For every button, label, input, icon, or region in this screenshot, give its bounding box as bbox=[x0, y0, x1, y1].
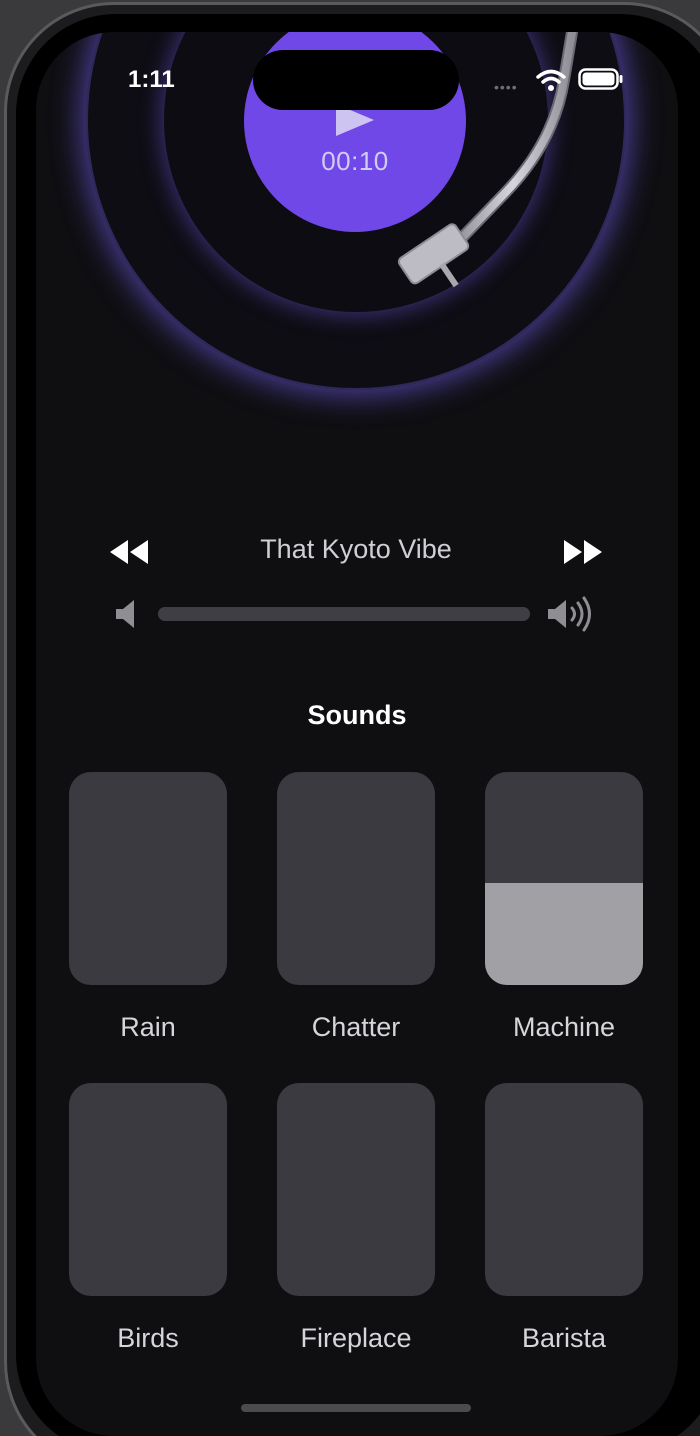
home-indicator[interactable] bbox=[241, 1404, 471, 1412]
sound-tile-birds[interactable] bbox=[69, 1083, 227, 1296]
device-stage: 00:10 1:11 •••• That Kyoto Vibe Sounds R… bbox=[0, 0, 700, 1436]
wifi-icon bbox=[536, 69, 566, 91]
sound-level-fill bbox=[485, 882, 643, 985]
sound-tile-machine[interactable] bbox=[485, 772, 643, 985]
sound-label-chatter: Chatter bbox=[311, 1012, 401, 1042]
volume-slider[interactable] bbox=[158, 607, 530, 621]
sound-label-fireplace: Fireplace bbox=[300, 1323, 412, 1353]
sound-label-rain: Rain bbox=[120, 1012, 176, 1042]
sound-tile-chatter[interactable] bbox=[277, 772, 435, 985]
dynamic-island bbox=[253, 50, 459, 110]
sound-label-machine: Machine bbox=[512, 1012, 616, 1042]
sound-label-barista: Barista bbox=[521, 1323, 607, 1353]
speaker-high-icon bbox=[548, 596, 591, 632]
cellular-signal-icon: •••• bbox=[494, 79, 518, 95]
rewind-icon[interactable] bbox=[108, 538, 152, 566]
speaker-low-icon bbox=[116, 600, 134, 628]
status-time: 1:11 bbox=[128, 66, 175, 93]
sound-tile-rain[interactable] bbox=[69, 772, 227, 985]
sound-tile-fireplace[interactable] bbox=[277, 1083, 435, 1296]
playback-timer: 00:10 bbox=[321, 146, 389, 176]
fast-forward-icon[interactable] bbox=[560, 538, 604, 566]
sound-tile-barista[interactable] bbox=[485, 1083, 643, 1296]
sounds-heading: Sounds bbox=[307, 700, 407, 730]
app-screen: 00:10 1:11 •••• That Kyoto Vibe Sounds R… bbox=[36, 32, 678, 1436]
battery-icon bbox=[578, 68, 623, 90]
sound-label-birds: Birds bbox=[117, 1323, 179, 1353]
track-title: That Kyoto Vibe bbox=[260, 534, 452, 564]
